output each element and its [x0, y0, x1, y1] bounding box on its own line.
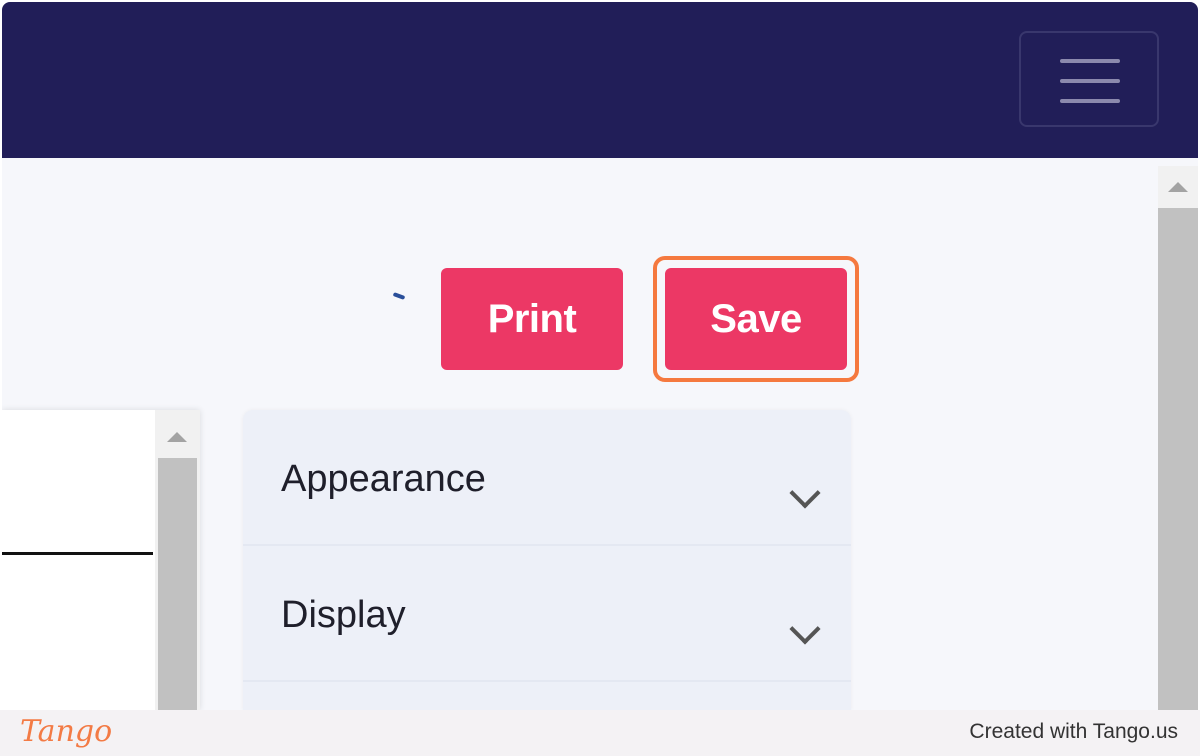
menu-bar-top — [1060, 59, 1120, 63]
tango-footer: Tango Created with Tango.us — [0, 710, 1200, 756]
preview-divider — [2, 552, 153, 555]
click-highlight — [653, 256, 859, 382]
hamburger-menu-button[interactable] — [1019, 31, 1159, 127]
scroll-up-arrow-icon[interactable] — [167, 432, 187, 442]
tango-logo: Tango — [20, 714, 113, 749]
accordion-appearance[interactable]: Appearance — [243, 410, 851, 546]
chevron-down-icon — [789, 613, 821, 645]
loading-indicator — [392, 292, 406, 300]
page-scroll-thumb[interactable] — [1158, 208, 1198, 710]
accordion-display-label: Display — [281, 594, 406, 636]
app-window: Print Save Appearance Display — [2, 2, 1198, 710]
settings-accordion: Appearance Display — [243, 410, 851, 710]
page-scrollbar[interactable] — [1158, 166, 1198, 710]
preview-scroll-thumb[interactable] — [158, 458, 197, 710]
chevron-down-icon — [789, 477, 821, 509]
scroll-up-arrow-icon[interactable] — [1168, 182, 1188, 192]
top-header — [2, 2, 1198, 158]
menu-bar-middle — [1060, 79, 1120, 83]
tango-credit: Created with Tango.us — [969, 720, 1178, 743]
main-content: Print Save Appearance Display — [2, 158, 1198, 710]
accordion-appearance-label: Appearance — [281, 458, 486, 500]
accordion-display[interactable]: Display — [243, 546, 851, 682]
menu-bar-bottom — [1060, 99, 1120, 103]
print-button[interactable]: Print — [441, 268, 623, 370]
preview-scrollbar[interactable] — [155, 410, 200, 710]
document-preview — [2, 410, 200, 710]
